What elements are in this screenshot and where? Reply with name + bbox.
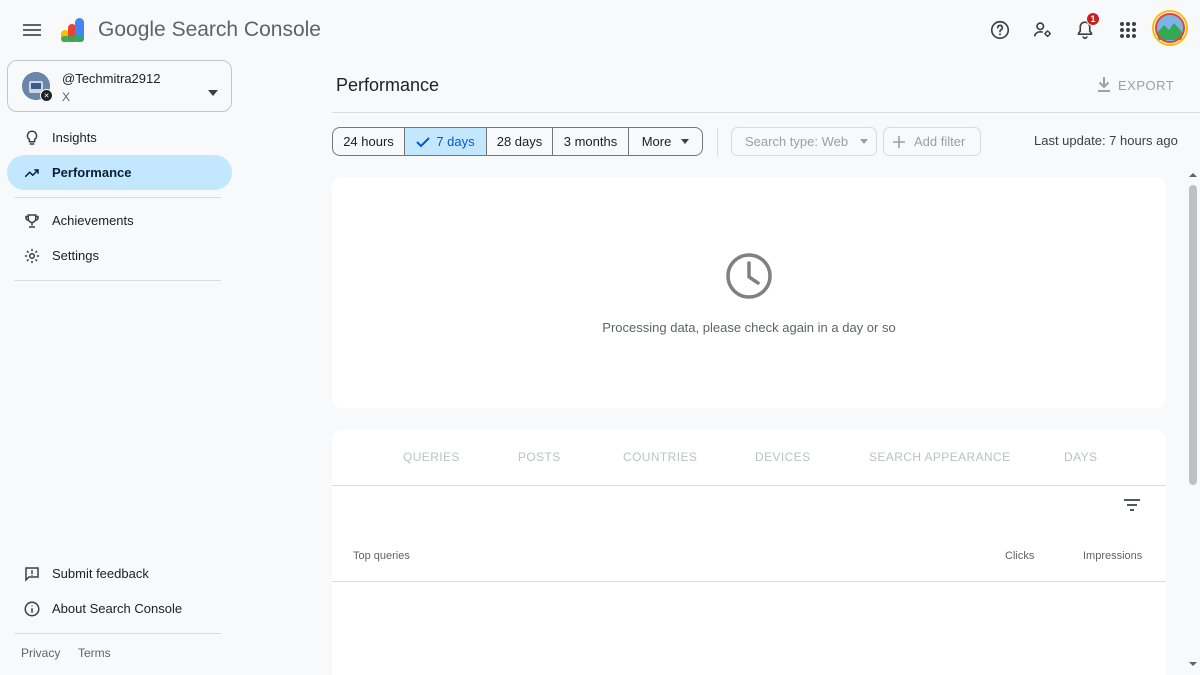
product-name[interactable]: Google Search Console	[98, 18, 321, 42]
tab-countries[interactable]: COUNTRIES	[623, 450, 697, 464]
filter-separator	[717, 128, 718, 156]
sidebar-divider	[14, 280, 221, 281]
help-icon[interactable]	[986, 16, 1014, 44]
search-console-logo-icon[interactable]	[58, 14, 90, 46]
sidebar-item-achievements[interactable]: Achievements	[7, 203, 232, 238]
sidebar-item-about[interactable]: About Search Console	[7, 591, 232, 626]
top-app-bar: Google Search Console 1	[0, 0, 1200, 60]
processing-message: Processing data, please check again in a…	[602, 320, 896, 335]
tab-days[interactable]: DAYS	[1064, 450, 1097, 464]
column-header-clicks[interactable]: Clicks	[1005, 550, 1034, 562]
sidebar-item-label: Submit feedback	[52, 566, 149, 581]
search-type-label: Search type: Web	[745, 134, 849, 149]
table-header-divider	[332, 581, 1166, 582]
chevron-down-icon	[860, 139, 869, 144]
scroll-up-arrow-icon[interactable]	[1186, 170, 1200, 180]
privacy-link[interactable]: Privacy	[21, 646, 60, 660]
gear-icon	[23, 247, 41, 265]
export-label: EXPORT	[1118, 77, 1175, 93]
sidebar-item-label: About Search Console	[52, 601, 183, 616]
clock-icon	[724, 251, 774, 306]
report-tabs: QUERIES POSTS COUNTRIES DEVICES SEARCH A…	[332, 430, 1166, 486]
sidebar-divider	[14, 633, 221, 634]
scrollbar-thumb[interactable]	[1189, 185, 1197, 485]
apps-grid-icon[interactable]	[1114, 16, 1142, 44]
sidebar-item-label: Achievements	[52, 213, 134, 228]
add-filter-label: Add filter	[914, 134, 966, 149]
tab-devices[interactable]: DEVICES	[755, 450, 810, 464]
sidebar-item-label: Settings	[52, 248, 99, 263]
sidebar-item-submit-feedback[interactable]: Submit feedback	[7, 556, 232, 591]
checkmark-icon	[416, 136, 431, 147]
sidebar-divider	[14, 197, 221, 198]
user-settings-icon[interactable]	[1029, 16, 1057, 44]
plus-icon	[893, 135, 905, 148]
tab-search-appearance[interactable]: SEARCH APPEARANCE	[869, 450, 1011, 464]
notification-badge: 1	[1086, 12, 1100, 26]
header-divider	[332, 112, 1200, 113]
range-28-days[interactable]: 28 days	[487, 128, 553, 155]
range-3-months[interactable]: 3 months	[553, 128, 629, 155]
sidebar-item-insights[interactable]: Insights	[7, 120, 232, 155]
filter-rows-icon[interactable]	[1123, 498, 1141, 517]
range-24-hours[interactable]: 24 hours	[333, 128, 405, 155]
property-subtitle: X	[62, 90, 71, 104]
processing-card: Processing data, please check again in a…	[332, 177, 1166, 408]
export-button[interactable]: EXPORT	[1096, 74, 1174, 96]
range-label: More	[641, 134, 672, 149]
scroll-down-arrow-icon[interactable]	[1186, 659, 1200, 669]
range-label: 24 hours	[343, 134, 394, 149]
sidebar-item-performance[interactable]: Performance	[7, 155, 232, 190]
search-type-dropdown[interactable]: Search type: Web	[731, 127, 877, 156]
sidebar-item-settings[interactable]: Settings	[7, 238, 232, 273]
main-menu-icon[interactable]	[20, 18, 44, 42]
lightbulb-icon	[23, 129, 41, 147]
date-range-selector: 24 hours 7 days 28 days 3 months More	[332, 127, 703, 156]
tab-posts[interactable]: POSTS	[518, 450, 561, 464]
product-name-prefix: Google	[98, 18, 166, 41]
terms-link[interactable]: Terms	[78, 646, 111, 660]
property-selector[interactable]: ✕ @Techmitra2912 X	[7, 60, 232, 112]
account-avatar[interactable]	[1152, 10, 1188, 46]
product-name-suffix: Search Console	[171, 18, 321, 41]
range-label: 28 days	[496, 134, 543, 149]
x-platform-icon: ✕	[40, 89, 53, 102]
property-name: @Techmitra2912	[62, 71, 161, 86]
range-label: 3 months	[563, 134, 618, 149]
trending-up-icon	[23, 164, 41, 182]
feedback-icon	[23, 565, 41, 583]
chevron-down-icon	[681, 139, 690, 144]
report-card: QUERIES POSTS COUNTRIES DEVICES SEARCH A…	[332, 430, 1166, 675]
range-label: 7 days	[436, 134, 475, 149]
page-title: Performance	[336, 75, 440, 95]
notifications-bell-icon[interactable]: 1	[1071, 12, 1100, 44]
add-filter-button[interactable]: Add filter	[883, 127, 981, 156]
column-header-impressions[interactable]: Impressions	[1083, 550, 1142, 562]
range-more-dropdown[interactable]: More	[629, 128, 702, 155]
info-icon	[23, 600, 41, 618]
range-7-days[interactable]: 7 days	[405, 128, 487, 155]
tab-queries[interactable]: QUERIES	[403, 450, 460, 464]
download-icon	[1098, 77, 1110, 92]
sidebar-item-label: Insights	[52, 130, 97, 145]
chevron-down-icon	[208, 83, 218, 101]
column-header-top-queries[interactable]: Top queries	[353, 550, 410, 562]
sidebar-item-label: Performance	[52, 165, 132, 180]
last-update-text: Last update: 7 hours ago	[1034, 133, 1178, 148]
trophy-icon	[23, 212, 41, 230]
